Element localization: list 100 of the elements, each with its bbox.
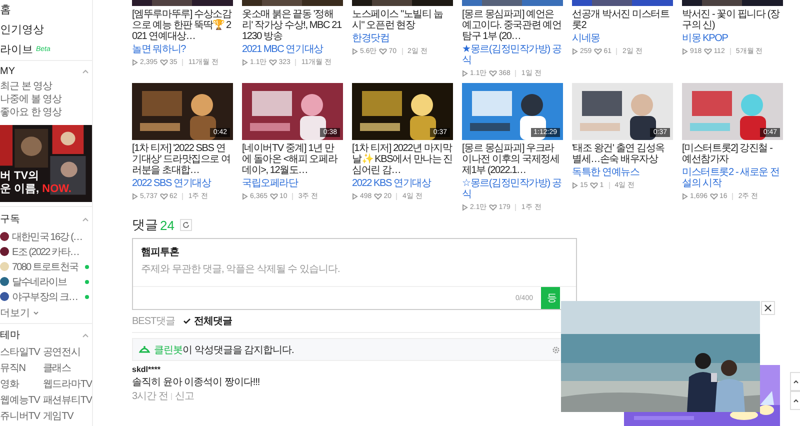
heart-icon [704,48,712,54]
channel-link[interactable]: 비몽 KPOP [682,33,783,44]
menu-item[interactable]: 인기영상 [0,22,44,38]
play-icon [572,48,578,54]
channel-link[interactable]: ★몽르(김정민작가방) 공식 [462,44,563,66]
video-title[interactable]: [몽르 몽심파괴] 우크라이나전 이후의 국제정세 제1부 (2022.1… [462,143,563,176]
cleanbot-text: 클린봇이 악성댓글을 감지합니다. [154,344,294,356]
refresh-button[interactable] [180,219,192,231]
play-icon [132,58,138,66]
play-icon [682,192,688,200]
heart-icon [268,58,277,66]
heart-icon [710,192,718,200]
chevron-down-icon[interactable] [33,311,39,315]
menu-item[interactable]: 홈 [0,2,11,18]
channel-link[interactable]: ☆몽르(김정민작가방) 공식 [462,178,563,200]
sort-tab[interactable]: 전체댓글 [183,314,232,328]
collapse-icon[interactable] [82,216,89,222]
comment-author[interactable]: skdl**** [132,365,160,374]
theme-link[interactable]: 뮤직N [0,361,40,375]
channel-link[interactable]: 2022 SBS 연기대상 [132,178,233,189]
scroll-top-button[interactable] [790,372,800,391]
scroll-up-button[interactable] [790,391,800,410]
close-button[interactable] [761,301,775,315]
menu-item[interactable]: 라이브 [0,42,33,58]
collapse-icon[interactable] [82,68,89,74]
video-title[interactable]: [1차 티저] '2022 SBS 연기대상' 드라맛집으로 여러분을 초대합… [132,143,233,176]
collapse-icon[interactable] [82,332,89,338]
video-title[interactable]: 박서진 - 꽃이 핍니다 (장구의 신) [682,9,783,31]
channel-link[interactable]: 2021 MBC 연기대상 [242,44,343,55]
gear-icon[interactable] [552,346,560,354]
play-icon [132,192,138,200]
menu-item[interactable]: 좋아요 한 영상 [0,106,89,119]
channel-link[interactable]: 미스터트롯2 - 새로운 전설의 시작 [682,167,783,189]
banner-highlight: NOW. [42,183,72,196]
video-title[interactable]: [미스터트롯2] 강진철 - 예선참가자 [682,143,783,165]
comment-text: 솔직히 윤아 이종석이 짱이다!!! [132,376,260,389]
check-icon [183,318,192,324]
play-icon [352,192,358,200]
channel-link[interactable]: 독특한 연예뉴스 [572,167,673,178]
channel-link[interactable]: 시네몽 [572,33,673,44]
heart-icon [488,70,497,76]
section-title: MY [0,66,15,77]
more-link[interactable]: 더보기 [0,306,30,320]
channel-link[interactable]: 대한민국 16강 (… [12,230,89,244]
theme-link[interactable]: 영화 [0,377,40,391]
comment-time: 3시간 전 [132,390,168,403]
play-icon [572,182,578,188]
banner-text: 버 TV의 [0,170,40,183]
menu-item[interactable]: 나중에 볼 영상 [0,92,89,106]
refresh-icon [182,221,190,229]
play-icon [242,58,248,66]
theme-link[interactable]: 클래스 [42,361,92,375]
comment-count: 24 [160,218,174,232]
theme-link[interactable]: 쥬니버TV [0,409,40,423]
user-name: 햄피투혼 [140,246,180,259]
play-icon [352,48,358,54]
video-title[interactable]: [엠뚜루마뚜루] 수상소감으로 예능 한판 뚝딱🏆 2021 연예대상… [132,9,233,42]
heart-icon [160,192,168,200]
channel-link[interactable]: 한경닷컴 [352,33,453,44]
menu-item[interactable]: 최근 본 영상 [0,80,89,93]
play-icon [242,192,248,200]
comments-title: 댓글 [132,216,158,234]
heart-icon [270,192,278,200]
play-icon [682,48,688,54]
video-title[interactable]: [1차 티저] 2022년 마지막 날✨ KBS에서 만나는 진심어린 감… [352,143,453,176]
video-title[interactable]: 옷소매 붉은 끝동 '정해리' 작가상 수상!, MBC 211230 방송 [242,9,343,42]
chevron-up-icon [793,398,799,404]
video-title[interactable]: [네이버TV 중계] 1년 만에 돌아온 <해피 오페라 데이>, 12월도… [242,143,343,176]
heart-icon [374,192,382,200]
video-title[interactable]: '태조 왕건' 출연 김성옥 별세…손숙 배우자상 [572,143,673,165]
close-icon [764,304,772,312]
theme-link[interactable]: 스타일TV [0,345,40,359]
heart-icon [590,182,598,188]
theme-link[interactable]: 웹예능TV [0,393,40,407]
channel-link[interactable]: 달수네라이브 [12,274,82,288]
section-title: 테마 [0,329,20,342]
chevron-up-icon [793,378,799,384]
channel-link[interactable]: 국립오페라단 [242,178,343,189]
section-title: 구독 [0,213,20,226]
video-title[interactable]: [몽르 몽심파괴] 예언은 예고이다. 중국관련 예언탐구 1부 (20… [462,9,563,42]
cleanbot-icon [139,345,150,354]
theme-link[interactable]: 게임TV [42,409,92,423]
channel-link[interactable]: E조 (2022 카타… [12,244,89,258]
channel-link[interactable]: 놀면 뭐하니? [132,44,233,55]
play-icon [462,70,468,76]
channel-link[interactable]: 야구부장의 크… [12,290,82,304]
video-title[interactable]: 노스페이스 "노빌티 눕시" 오픈런 현장 [352,9,453,31]
theme-link[interactable]: 공연전시 [42,345,92,359]
channel-link[interactable]: 2022 KBS 연기대상 [352,178,453,189]
video-title[interactable]: 선공개 박서진 미스터트롯2 [572,9,673,31]
heart-icon [160,58,168,66]
heart-icon [594,48,602,54]
theme-link[interactable]: 웹드라마TV [42,377,92,391]
heart-icon [488,204,497,210]
promo-banner[interactable]: 버 TV의 운 이름, NOW. [0,124,92,202]
theme-link[interactable]: 패션뷰티TV [42,393,92,407]
channel-link[interactable]: 7080 트로트천국 [12,260,82,274]
play-icon [462,204,468,210]
banner-text: 운 이름, [0,183,40,196]
heart-icon [378,48,387,54]
